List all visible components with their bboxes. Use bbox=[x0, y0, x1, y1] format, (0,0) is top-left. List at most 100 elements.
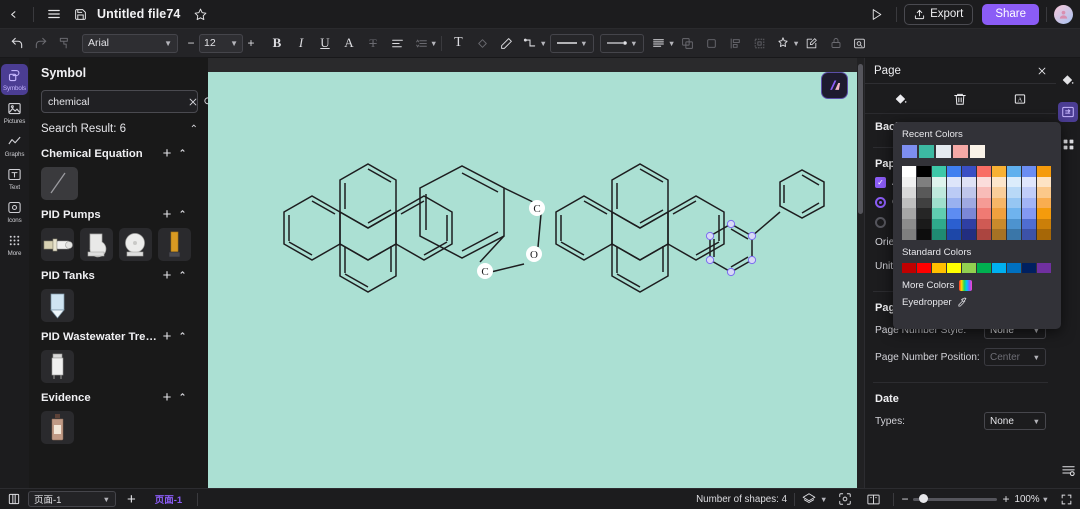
sidebar-item-text[interactable]: Text bbox=[1, 163, 28, 194]
sidebar-item-symbols[interactable]: Symbols bbox=[1, 64, 28, 95]
send-backward-icon[interactable] bbox=[699, 32, 723, 54]
palette-color-swatch[interactable] bbox=[977, 176, 991, 187]
delete-trash-icon[interactable] bbox=[953, 92, 967, 106]
fill-color-icon[interactable] bbox=[1058, 70, 1078, 90]
format-painter-icon[interactable] bbox=[53, 32, 77, 54]
zoom-out-button[interactable]: − bbox=[901, 492, 908, 506]
focus-icon[interactable] bbox=[838, 492, 852, 506]
palette-color-swatch[interactable] bbox=[1022, 166, 1036, 177]
palette-color-swatch[interactable] bbox=[1037, 229, 1051, 240]
evidence-bottle-thumb[interactable] bbox=[41, 411, 74, 444]
palette-color-swatch[interactable] bbox=[1037, 187, 1051, 198]
save-disk-icon[interactable] bbox=[67, 3, 93, 25]
chevron-up-icon[interactable]: ⌃ bbox=[175, 270, 190, 281]
palette-color-swatch[interactable] bbox=[917, 218, 931, 229]
eyedropper-button[interactable]: Eyedropper bbox=[902, 297, 1052, 308]
recent-color-swatch[interactable] bbox=[902, 145, 917, 158]
scrollbar-thumb[interactable] bbox=[858, 64, 863, 214]
lock-icon[interactable] bbox=[824, 32, 848, 54]
search-input[interactable] bbox=[48, 95, 183, 108]
color-picker-popover[interactable]: Recent Colors Standard Colors More Color… bbox=[893, 122, 1061, 329]
zoom-in-button[interactable]: + bbox=[1002, 492, 1009, 506]
sidebar-item-pictures[interactable]: Pictures bbox=[1, 97, 28, 128]
chevron-up-icon[interactable]: ⌃ bbox=[175, 148, 190, 159]
page-settings-icon[interactable] bbox=[1058, 102, 1078, 122]
palette-color-swatch[interactable] bbox=[962, 166, 976, 177]
book-view-icon[interactable] bbox=[866, 492, 881, 507]
palette-color-swatch[interactable] bbox=[902, 208, 916, 219]
find-replace-icon[interactable] bbox=[848, 32, 872, 54]
clear-format-icon[interactable]: T bbox=[361, 32, 385, 54]
section-header-pid-pumps[interactable]: PID Pumps + ⌃ bbox=[41, 206, 198, 223]
palette-color-swatch[interactable] bbox=[1037, 197, 1051, 208]
palette-color-swatch[interactable] bbox=[947, 229, 961, 240]
palette-color-swatch[interactable] bbox=[1007, 197, 1021, 208]
export-button[interactable]: Export bbox=[904, 3, 974, 25]
pump-volute-thumb[interactable] bbox=[80, 228, 113, 261]
palette-color-swatch[interactable] bbox=[947, 176, 961, 187]
section-header-pid-wastewater[interactable]: PID Wastewater Trea... + ⌃ bbox=[41, 328, 198, 345]
palette-color-swatch[interactable] bbox=[902, 187, 916, 198]
palette-color-swatch[interactable] bbox=[992, 166, 1006, 177]
checkbox-checked-icon[interactable]: ✓ bbox=[875, 177, 886, 188]
close-x-icon[interactable] bbox=[1037, 66, 1047, 76]
font-size-increase[interactable]: + bbox=[243, 34, 259, 53]
app-logo-icon[interactable] bbox=[821, 72, 848, 99]
palette-color-swatch[interactable] bbox=[1037, 218, 1051, 229]
wastewater-tank-thumb[interactable] bbox=[41, 350, 74, 383]
palette-color-swatch[interactable] bbox=[932, 208, 946, 219]
palette-color-swatch[interactable] bbox=[977, 218, 991, 229]
palette-color-swatch[interactable] bbox=[992, 208, 1006, 219]
plus-icon[interactable]: + bbox=[159, 328, 175, 345]
pump-vertical-thumb[interactable] bbox=[158, 228, 191, 261]
font-color-icon[interactable]: A bbox=[337, 32, 361, 54]
palette-color-swatch[interactable] bbox=[902, 176, 916, 187]
palette-color-swatch[interactable] bbox=[947, 187, 961, 198]
radio-selected-icon[interactable] bbox=[875, 197, 886, 208]
undo-icon[interactable] bbox=[5, 32, 29, 54]
text-box-icon[interactable]: A bbox=[1013, 92, 1027, 106]
palette-color-swatch[interactable] bbox=[932, 166, 946, 177]
more-colors-button[interactable]: More Colors bbox=[902, 279, 1052, 291]
chevron-down-icon[interactable]: ▼ bbox=[539, 39, 546, 48]
palette-color-swatch[interactable] bbox=[992, 187, 1006, 198]
zoom-slider-knob[interactable] bbox=[919, 494, 929, 503]
palette-color-swatch[interactable] bbox=[902, 197, 916, 208]
sidebar-item-graphs[interactable]: Graphs bbox=[1, 130, 28, 161]
bring-forward-icon[interactable] bbox=[675, 32, 699, 54]
palette-color-swatch[interactable] bbox=[1022, 218, 1036, 229]
underline-button[interactable]: U bbox=[313, 32, 337, 54]
font-size-decrease[interactable]: − bbox=[183, 34, 199, 53]
fill-color-icon[interactable] bbox=[470, 32, 494, 54]
standard-color-swatch[interactable] bbox=[932, 262, 946, 273]
chevron-down-icon[interactable]: ▼ bbox=[430, 39, 437, 48]
font-size-select[interactable]: 12 ▼ bbox=[199, 33, 243, 53]
palette-color-swatch[interactable] bbox=[1037, 166, 1051, 177]
back-button[interactable] bbox=[0, 3, 26, 25]
palette-color-swatch[interactable] bbox=[932, 229, 946, 240]
plus-icon[interactable]: + bbox=[159, 206, 175, 223]
chemical-equation-thumb[interactable] bbox=[41, 167, 78, 200]
panel-toggle-icon[interactable] bbox=[7, 492, 21, 506]
fill-color-icon[interactable] bbox=[894, 92, 908, 106]
edit-shape-icon[interactable] bbox=[800, 32, 824, 54]
chevron-down-icon[interactable]: ▼ bbox=[668, 39, 675, 48]
chevron-down-icon[interactable]: ▼ bbox=[820, 495, 827, 504]
line-style-select[interactable]: ▼ bbox=[549, 33, 594, 53]
palette-color-swatch[interactable] bbox=[1022, 229, 1036, 240]
palette-color-swatch[interactable] bbox=[917, 208, 931, 219]
palette-color-swatch[interactable] bbox=[1022, 187, 1036, 198]
palette-color-swatch[interactable] bbox=[947, 197, 961, 208]
section-header-pid-tanks[interactable]: PID Tanks + ⌃ bbox=[41, 267, 198, 284]
palette-color-swatch[interactable] bbox=[932, 197, 946, 208]
redo-icon[interactable] bbox=[29, 32, 53, 54]
chevron-up-icon[interactable]: ⌃ bbox=[175, 392, 190, 403]
list-settings-icon[interactable] bbox=[1058, 460, 1078, 480]
palette-color-swatch[interactable] bbox=[962, 197, 976, 208]
star-icon[interactable] bbox=[187, 3, 213, 25]
standard-color-swatch[interactable] bbox=[977, 262, 991, 273]
palette-color-swatch[interactable] bbox=[962, 218, 976, 229]
add-page-button[interactable]: + bbox=[123, 491, 140, 508]
close-icon[interactable] bbox=[188, 97, 198, 107]
standard-color-swatch[interactable] bbox=[1007, 262, 1021, 273]
